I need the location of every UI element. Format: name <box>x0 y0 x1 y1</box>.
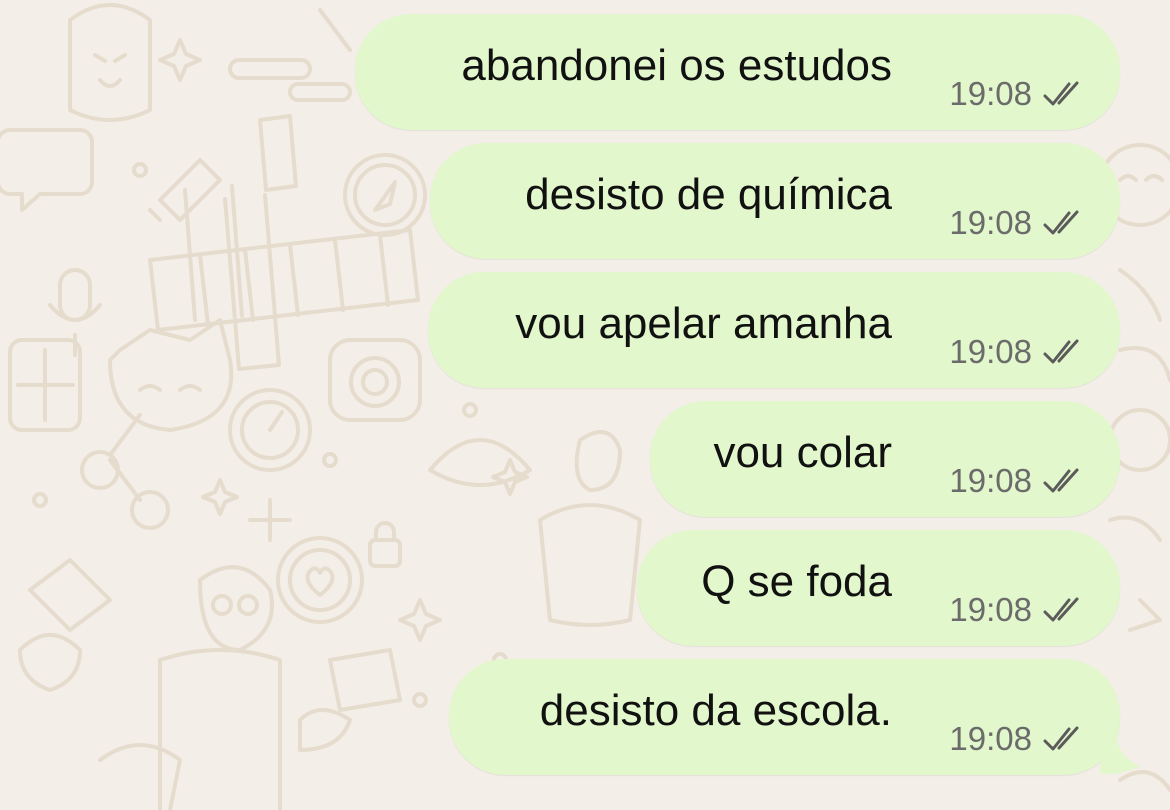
message-time: 19:08 <box>949 333 1032 370</box>
message-meta: 19:08 <box>949 719 1086 759</box>
message-text: abandonei os estudos <box>461 41 892 90</box>
message-meta: 19:08 <box>949 203 1086 243</box>
message-meta: 19:08 <box>949 332 1086 372</box>
bubble-tail <box>1100 738 1140 774</box>
outgoing-message[interactable]: abandonei os estudos 19:08 <box>355 14 1120 130</box>
outgoing-message[interactable]: vou apelar amanha 19:08 <box>428 272 1120 388</box>
double-check-icon <box>1043 81 1079 106</box>
outgoing-message[interactable]: vou colar 19:08 <box>650 401 1120 517</box>
double-check-icon <box>1043 726 1079 751</box>
double-check-icon <box>1043 597 1079 622</box>
message-text: Q se foda <box>701 557 892 606</box>
message-text: desisto de química <box>525 170 892 219</box>
message-time: 19:08 <box>949 462 1032 499</box>
double-check-icon <box>1043 339 1079 364</box>
outgoing-message[interactable]: desisto da escola. 19:08 <box>449 659 1120 775</box>
message-text: vou apelar amanha <box>515 299 892 348</box>
message-time: 19:08 <box>949 720 1032 757</box>
message-time: 19:08 <box>949 591 1032 628</box>
message-list: abandonei os estudos 19:08 desisto de qu… <box>0 0 1170 810</box>
message-meta: 19:08 <box>949 590 1086 630</box>
outgoing-message[interactable]: desisto de química 19:08 <box>430 143 1120 259</box>
message-meta: 19:08 <box>949 74 1086 114</box>
message-text: desisto da escola. <box>539 686 892 735</box>
double-check-icon <box>1043 468 1079 493</box>
message-time: 19:08 <box>949 204 1032 241</box>
outgoing-message[interactable]: Q se foda 19:08 <box>637 530 1120 646</box>
message-time: 19:08 <box>949 75 1032 112</box>
message-text: vou colar <box>713 428 892 477</box>
message-meta: 19:08 <box>949 461 1086 501</box>
double-check-icon <box>1043 210 1079 235</box>
